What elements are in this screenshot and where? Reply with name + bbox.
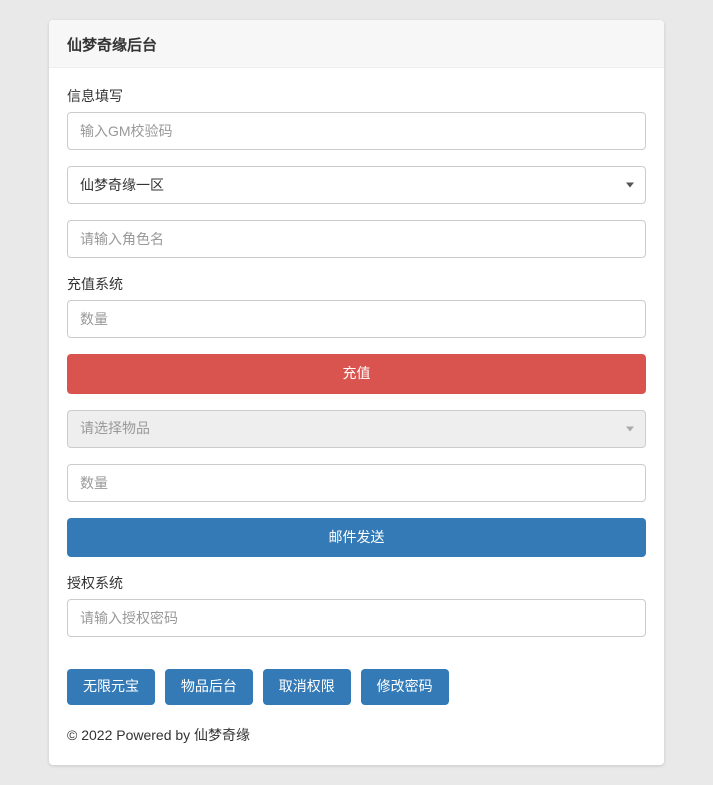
auth-section-label: 授权系统 (67, 573, 646, 593)
role-name-input[interactable] (67, 220, 646, 258)
cancel-permission-button[interactable]: 取消权限 (263, 669, 351, 705)
footer-text: © 2022 Powered by 仙梦奇缘 (67, 725, 646, 745)
server-select[interactable]: 仙梦奇缘一区 (67, 166, 646, 204)
info-section-label: 信息填写 (67, 86, 646, 106)
recharge-section-label: 充值系统 (67, 274, 646, 294)
panel-header: 仙梦奇缘后台 (49, 20, 664, 68)
item-backend-button[interactable]: 物品后台 (165, 669, 253, 705)
item-select[interactable]: 请选择物品 (67, 410, 646, 448)
panel-body: 信息填写 仙梦奇缘一区 充值系统 充值 请选择物品 邮件发送 授权系统 无限元宝… (49, 68, 664, 765)
caret-down-icon (626, 183, 634, 188)
item-quantity-input[interactable] (67, 464, 646, 502)
item-select-wrap: 请选择物品 (67, 410, 646, 448)
item-select-placeholder: 请选择物品 (80, 417, 150, 439)
recharge-button[interactable]: 充值 (67, 354, 646, 394)
caret-down-icon (626, 426, 634, 431)
change-password-button[interactable]: 修改密码 (361, 669, 449, 705)
action-button-row: 无限元宝 物品后台 取消权限 修改密码 (67, 669, 646, 713)
recharge-quantity-input[interactable] (67, 300, 646, 338)
mail-send-button[interactable]: 邮件发送 (67, 518, 646, 558)
page-title: 仙梦奇缘后台 (67, 34, 646, 55)
admin-panel: 仙梦奇缘后台 信息填写 仙梦奇缘一区 充值系统 充值 请选择物品 邮件发送 授权… (49, 20, 664, 765)
server-select-wrap: 仙梦奇缘一区 (67, 166, 646, 204)
unlimited-gold-button[interactable]: 无限元宝 (67, 669, 155, 705)
gm-code-input[interactable] (67, 112, 646, 150)
auth-password-input[interactable] (67, 599, 646, 637)
server-select-value: 仙梦奇缘一区 (80, 174, 164, 196)
